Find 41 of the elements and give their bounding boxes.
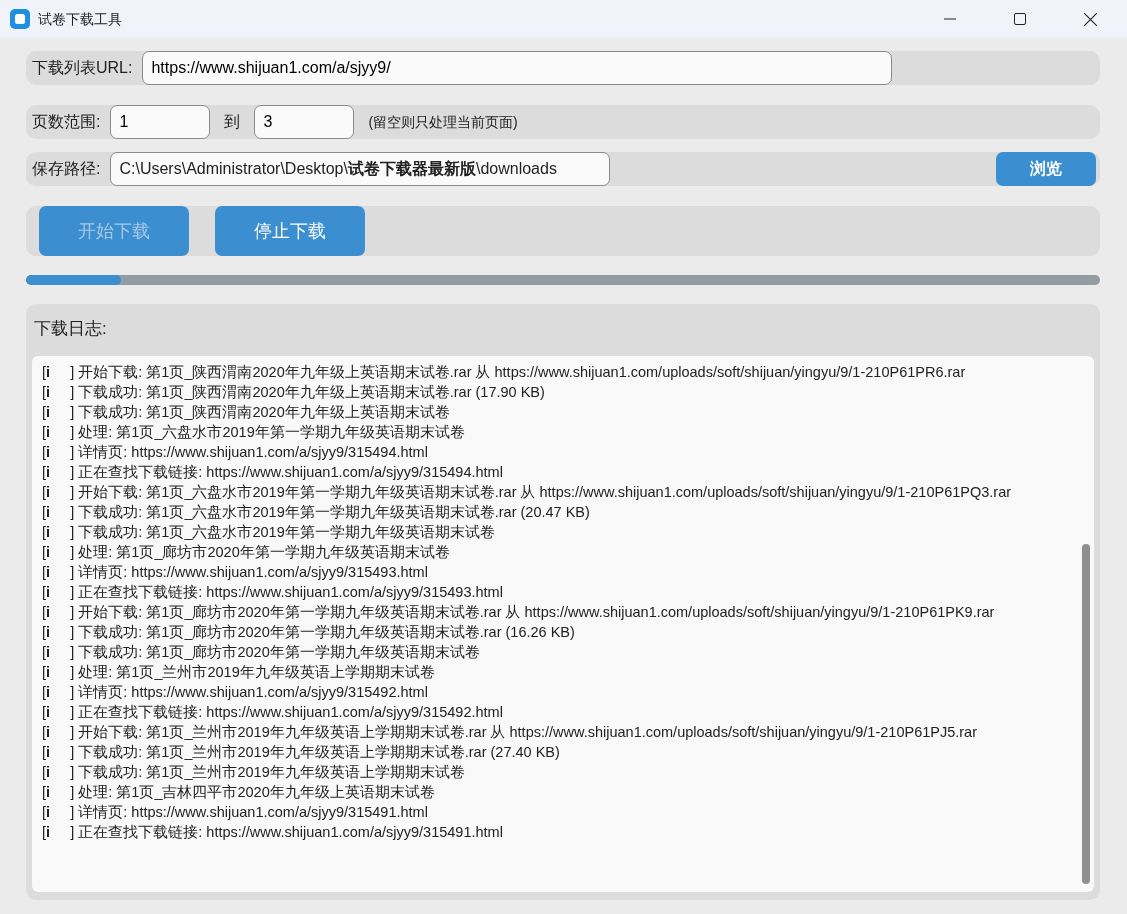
log-line: [i ] 下载成功: 第1页_兰州市2019年九年级英语上学期期末试卷.rar (27.40 KB) [42, 742, 561, 762]
log-line: [i ] 下载成功: 第1页_陕西渭南2020年九年级上英语期末试卷 [42, 402, 451, 422]
log-line: [i ] 开始下载: 第1页_兰州市2019年九年级英语上学期期末试卷.rar 从 https://www.shijuan1.com/uploads/soft/shijuan/yingyu/9/1-210P61PJ5.rar [42, 722, 978, 742]
log-title: 下载日志: [34, 319, 107, 338]
page-range-hint: (留空则只处理当前页面) [368, 112, 518, 132]
range-separator: 到 [224, 112, 241, 132]
log-line: [i ] 处理: 第1页_兰州市2019年九年级英语上学期期末试卷 [42, 662, 436, 682]
scrollbar-thumb[interactable] [1082, 543, 1090, 884]
log-line: [i ] 下载成功: 第1页_陕西渭南2020年九年级上英语期末试卷.rar (17.90 KB) [42, 382, 546, 402]
log-line: [i ] 详情页: https://www.shijuan1.com/a/sjyy9/315494.html [42, 442, 429, 462]
log-line: [i ] 开始下载: 第1页_六盘水市2019年第一学期九年级英语期末试卷.rar 从 https://www.shijuan1.com/uploads/soft/shijuan/yingyu/9/1-210P61PQ3.rar [42, 482, 1013, 502]
log-line: [i ] 下载成功: 第1页_六盘水市2019年第一学期九年级英语期末试卷.rar (20.47 KB) [42, 502, 591, 522]
log-line: [i ] 正在查找下载链接: https://www.shijuan1.com/a/sjyy9/315494.html [42, 462, 504, 482]
log-line: [i ] 详情页: https://www.shijuan1.com/a/sjyy9/315493.html [42, 562, 429, 582]
page-to-input[interactable]: 3 [254, 105, 355, 139]
log-line: [i ] 开始下载: 第1页_廊坊市2020年第一学期九年级英语期末试卷.rar 从 https://www.shijuan1.com/uploads/soft/shijuan/yingyu/9/1-210P61PK9.rar [42, 602, 996, 622]
maximize-icon [1014, 13, 1026, 25]
url-label: 下载列表URL: [32, 58, 133, 78]
log-line: [i ] 下载成功: 第1页_廊坊市2020年第一学期九年级英语期末试卷.rar (16.26 KB) [42, 622, 576, 642]
log-line: [i ] 正在查找下载链接: https://www.shijuan1.com/a/sjyy9/315491.html [42, 822, 504, 842]
log-line: [i ] 开始下载: 第1页_陕西渭南2020年九年级上英语期末试卷.rar 从 https://www.shijuan1.com/uploads/soft/shijuan/yingyu/9/1-210P61PR6.rar [42, 362, 967, 382]
browse-button[interactable]: 浏览 [996, 152, 1096, 186]
log-line: [i ] 正在查找下载链接: https://www.shijuan1.com/a/sjyy9/315493.html [42, 582, 504, 602]
save-path-input[interactable]: C:\Users\Administrator\Desktop\试卷下载器最新版\downloads [110, 152, 611, 186]
log-line: [i ] 下载成功: 第1页_廊坊市2020年第一学期九年级英语期末试卷 [42, 642, 481, 662]
log-line: [i ] 处理: 第1页_六盘水市2019年第一学期九年级英语期末试卷 [42, 422, 466, 442]
log-line: [i ] 正在查找下载链接: https://www.shijuan1.com/a/sjyy9/315492.html [42, 702, 504, 722]
log-line: [i ] 下载成功: 第1页_六盘水市2019年第一学期九年级英语期末试卷 [42, 522, 496, 542]
log-line: [i ] 处理: 第1页_吉林四平市2020年九年级上英语期末试卷 [42, 782, 436, 802]
window-title: 试卷下载工具 [38, 9, 122, 29]
page-range-label: 页数范围: [32, 112, 101, 132]
url-input[interactable]: https://www.shijuan1.com/a/sjyy9/ [142, 51, 893, 85]
app-icon [10, 9, 30, 29]
download-button[interactable]: 停止下载 [215, 206, 365, 256]
save-path-label: 保存路径: [32, 159, 101, 179]
page-from-input[interactable]: 1 [110, 105, 211, 139]
log-line: [i ] 处理: 第1页_廊坊市2020年第一学期九年级英语期末试卷 [42, 542, 451, 562]
log-line: [i ] 详情页: https://www.shijuan1.com/a/sjyy9/315491.html [42, 802, 429, 822]
log-line: [i ] 详情页: https://www.shijuan1.com/a/sjyy9/315492.html [42, 682, 429, 702]
log-line: [i ] 下载成功: 第1页_兰州市2019年九年级英语上学期期末试卷 [42, 762, 466, 782]
close-icon [1083, 12, 1097, 26]
